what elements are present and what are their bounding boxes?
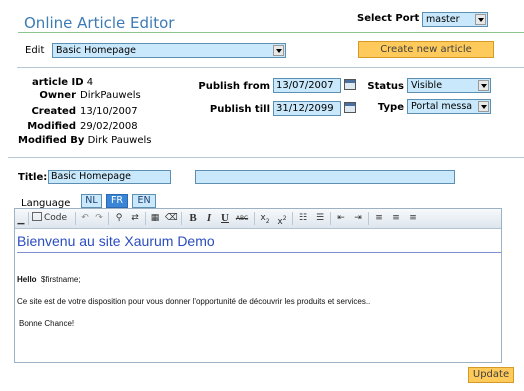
owner-value: DirkPauwels xyxy=(80,90,141,101)
publish-from-label: Publish from xyxy=(198,81,270,92)
modified-value: 29/02/2008 xyxy=(80,121,138,132)
toolbar-separator xyxy=(28,212,29,225)
italic-button[interactable]: I xyxy=(203,212,215,225)
bullet-list-icon[interactable]: ☰ xyxy=(313,212,327,225)
code-button[interactable]: Code xyxy=(32,212,72,225)
title-input[interactable]: Basic Homepage xyxy=(48,170,171,184)
heading-rule xyxy=(17,252,501,253)
hello-variable: $firstname; xyxy=(41,275,81,284)
chevron-down-icon xyxy=(478,101,489,112)
status-label: Status xyxy=(367,81,404,92)
article-select[interactable]: Basic Homepage xyxy=(52,43,286,58)
tab-nl[interactable]: NL xyxy=(81,194,102,208)
publish-from-input[interactable]: 13/07/2007 xyxy=(273,78,341,93)
superscript-button[interactable]: x2 xyxy=(275,212,289,227)
article-id-label: article ID xyxy=(32,77,84,88)
create-new-article-button[interactable]: Create new article xyxy=(358,41,494,58)
closing-line: Bonne Chance! xyxy=(19,319,75,328)
toolbar-separator xyxy=(75,212,76,225)
outdent-icon[interactable]: ⇤ xyxy=(334,212,348,225)
type-label: Type xyxy=(377,102,404,113)
code-icon xyxy=(32,212,42,221)
calendar-icon[interactable] xyxy=(344,102,356,113)
publish-till-label: Publish till xyxy=(209,104,270,115)
chevron-down-icon xyxy=(478,80,489,91)
align-center-icon[interactable]: ≡ xyxy=(389,212,403,225)
align-left-icon[interactable]: ≡ xyxy=(372,212,386,225)
numbered-list-icon[interactable]: ☷ xyxy=(296,212,310,225)
hello-label: Hello xyxy=(17,275,37,284)
content-heading: Bienvenu au site Xaurum Demo xyxy=(17,233,215,249)
tab-en[interactable]: EN xyxy=(132,194,156,208)
port-select[interactable]: master xyxy=(422,12,488,27)
indent-icon[interactable]: ⇥ xyxy=(351,212,365,225)
editor-content[interactable]: Bienvenu au site Xaurum Demo Hello $firs… xyxy=(15,230,501,362)
rich-text-editor[interactable]: ▁ Code ↶ ↷ ⚲ ⇄ ▦ ⌫ B I U ABC x2 x2 ☷ ☰ ⇤… xyxy=(14,208,502,363)
toolbar-separator xyxy=(145,212,146,225)
type-select-value: Portal messa xyxy=(411,101,473,112)
modified-by-row: Modified By Dirk Pauwels xyxy=(18,135,152,146)
undo-icon[interactable]: ↶ xyxy=(79,212,91,225)
find-icon[interactable]: ⚲ xyxy=(112,212,126,225)
modified-by-label: Modified By xyxy=(18,135,85,146)
modified-label: Modified xyxy=(27,121,76,132)
eraser-icon[interactable]: ⌫ xyxy=(165,212,178,225)
collapse-toolbar-icon[interactable]: ▁ xyxy=(17,212,25,225)
code-button-label: Code xyxy=(44,213,68,223)
created-value: 13/10/2007 xyxy=(80,106,138,117)
toolbar-separator xyxy=(292,212,293,225)
chevron-down-icon xyxy=(273,45,284,56)
select-port-label: Select Port xyxy=(357,13,420,24)
chevron-down-icon xyxy=(475,14,486,25)
toolbar-separator xyxy=(181,212,182,225)
article-id-value: 4 xyxy=(86,77,94,88)
toolbar-separator xyxy=(368,212,369,225)
redo-icon[interactable]: ↷ xyxy=(93,212,105,225)
calendar-icon[interactable] xyxy=(344,79,356,90)
update-button[interactable]: Update xyxy=(468,367,514,383)
subscript-button[interactable]: x2 xyxy=(258,212,272,225)
divider xyxy=(8,157,524,158)
toolbar-separator xyxy=(254,212,255,225)
content-paragraph: Ce site est de votre disposition pour vo… xyxy=(17,297,371,306)
publish-till-input[interactable]: 31/12/2099 xyxy=(273,101,341,116)
title-label: Title: xyxy=(18,172,48,183)
status-select-value: Visible xyxy=(411,80,443,91)
owner-label: Owner xyxy=(39,90,76,101)
created-label: Created xyxy=(31,106,76,117)
strikethrough-button[interactable]: ABC xyxy=(234,212,250,225)
type-select[interactable]: Portal messa xyxy=(407,99,491,114)
modified-by-value: Dirk Pauwels xyxy=(87,135,152,146)
title-secondary-input[interactable] xyxy=(195,170,455,184)
divider xyxy=(17,67,524,68)
edit-label: Edit xyxy=(25,45,45,56)
header-divider xyxy=(18,32,524,33)
align-right-icon[interactable]: ≡ xyxy=(406,212,420,225)
status-select[interactable]: Visible xyxy=(407,78,491,93)
app-title: Online Article Editor xyxy=(24,14,175,32)
table-icon[interactable]: ▦ xyxy=(149,212,161,225)
editor-toolbar: ▁ Code ↶ ↷ ⚲ ⇄ ▦ ⌫ B I U ABC x2 x2 ☷ ☰ ⇤… xyxy=(15,209,501,229)
port-select-value: master xyxy=(426,14,460,25)
replace-icon[interactable]: ⇄ xyxy=(128,212,142,225)
tab-fr[interactable]: FR xyxy=(106,194,128,208)
hello-line: Hello $firstname; xyxy=(17,275,81,284)
article-id-row: article ID 4 xyxy=(32,77,93,88)
toolbar-separator xyxy=(330,212,331,225)
toolbar-separator xyxy=(108,212,109,225)
article-select-value: Basic Homepage xyxy=(56,45,136,56)
bold-button[interactable]: B xyxy=(187,212,199,225)
underline-button[interactable]: U xyxy=(219,212,231,225)
